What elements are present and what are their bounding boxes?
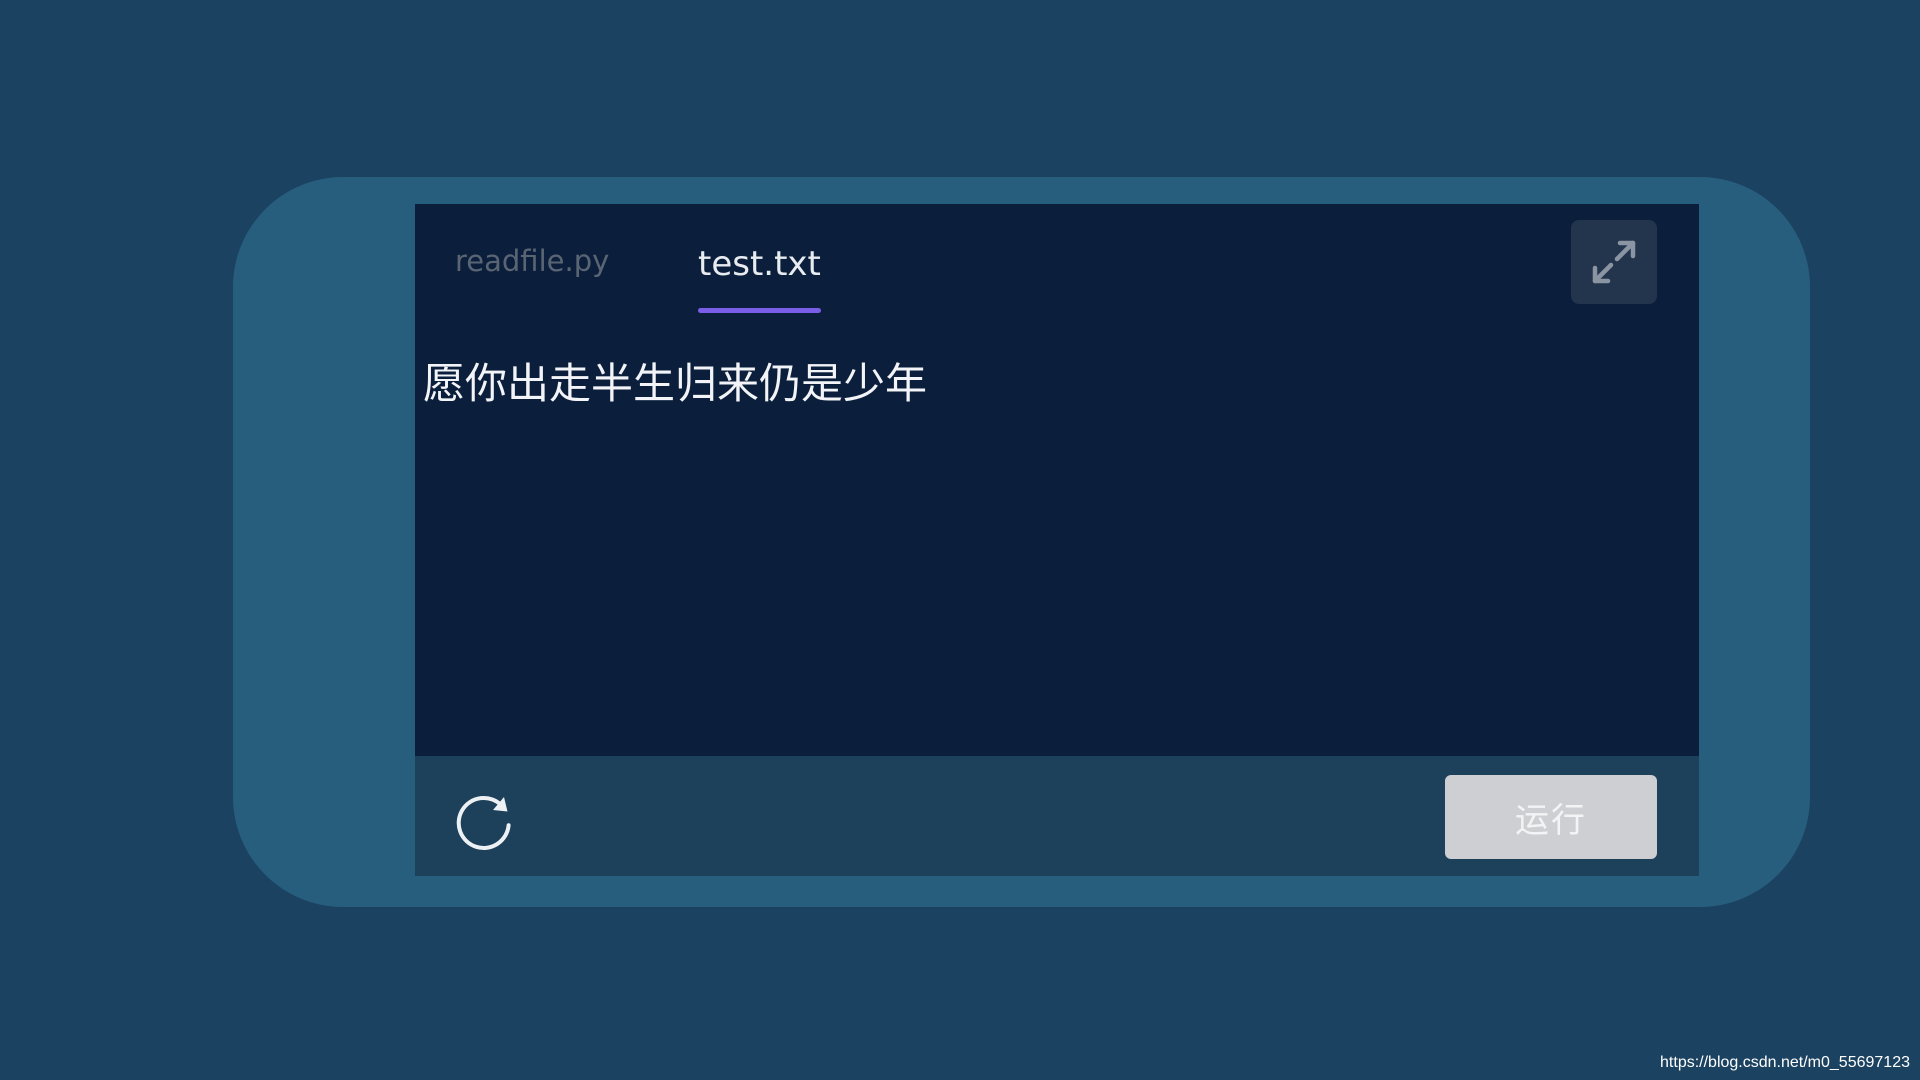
code-editor-panel: readfile.py test.txt 愿你出走半生归来仍是少年 运行 bbox=[415, 204, 1699, 876]
expand-icon bbox=[1592, 240, 1636, 284]
expand-button[interactable] bbox=[1571, 220, 1657, 304]
editor-toolbar: 运行 bbox=[415, 756, 1699, 876]
active-tab-indicator bbox=[698, 308, 821, 313]
refresh-icon bbox=[456, 795, 511, 850]
tab-bar: readfile.py test.txt bbox=[415, 204, 1699, 314]
file-content-text: 愿你出走半生归来仍是少年 bbox=[423, 359, 928, 408]
tab-test-txt[interactable]: test.txt bbox=[698, 244, 821, 284]
refresh-button[interactable] bbox=[453, 790, 515, 852]
run-button[interactable]: 运行 bbox=[1445, 775, 1657, 859]
watermark-url: https://blog.csdn.net/m0_55697123 bbox=[1660, 1054, 1910, 1071]
tab-readfile-py[interactable]: readfile.py bbox=[455, 244, 609, 278]
